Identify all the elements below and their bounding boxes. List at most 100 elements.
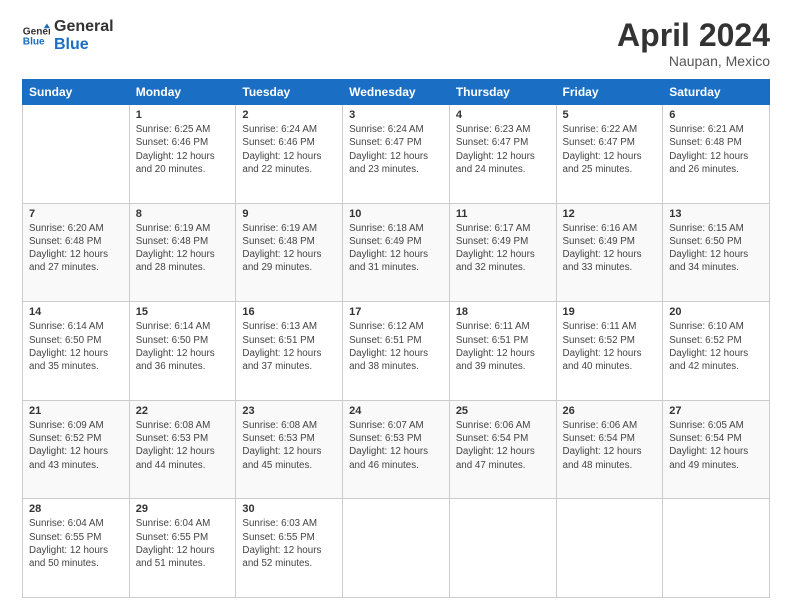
calendar-cell: 1Sunrise: 6:25 AMSunset: 6:46 PMDaylight… [129, 105, 236, 204]
calendar-cell: 29 Sunrise: 6:04 AMSunset: 6:55 PMDayligh… [129, 499, 236, 598]
day-info: Sunrise: 6:10 AMSunset: 6:52 PMDaylight:… [669, 320, 763, 373]
day-number: 21 [29, 405, 123, 417]
day-info: Sunrise: 6:07 AMSunset: 6:53 PMDaylight:… [349, 419, 443, 472]
calendar-cell: 27 Sunrise: 6:05 AMSunset: 6:54 PMDayligh… [663, 400, 770, 499]
day-info: Sunrise: 6:24 AMSunset: 6:47 PMDaylight:… [349, 123, 443, 176]
calendar-cell: 12 Sunrise: 6:16 AMSunset: 6:49 PMDayligh… [556, 203, 663, 302]
day-number: 15 [136, 306, 230, 318]
day-info: Sunrise: 6:06 AMSunset: 6:54 PMDaylight:… [563, 419, 657, 472]
day-info: Sunrise: 6:21 AMSunset: 6:48 PMDaylight:… [669, 123, 763, 176]
calendar-cell [449, 499, 556, 598]
day-number: 30 [242, 503, 336, 515]
day-info: Sunrise: 6:05 AMSunset: 6:54 PMDaylight:… [669, 419, 763, 472]
day-info: Sunrise: 6:12 AMSunset: 6:51 PMDaylight:… [349, 320, 443, 373]
day-info: Sunrise: 6:22 AMSunset: 6:47 PMDaylight:… [563, 123, 657, 176]
day-info: Sunrise: 6:14 AMSunset: 6:50 PMDaylight:… [29, 320, 123, 373]
day-info: Sunrise: 6:19 AMSunset: 6:48 PMDaylight:… [242, 222, 336, 275]
calendar-cell: 22Sunrise: 6:08 AMSunset: 6:53 PMDayligh… [129, 400, 236, 499]
calendar-cell: 23 Sunrise: 6:08 AMSunset: 6:53 PMDayligh… [236, 400, 343, 499]
day-number: 3 [349, 109, 443, 121]
day-info: Sunrise: 6:15 AMSunset: 6:50 PMDaylight:… [669, 222, 763, 275]
calendar-cell: 24 Sunrise: 6:07 AMSunset: 6:53 PMDayligh… [343, 400, 450, 499]
day-info: Sunrise: 6:24 AMSunset: 6:46 PMDaylight:… [242, 123, 336, 176]
calendar-cell: 19 Sunrise: 6:11 AMSunset: 6:52 PMDayligh… [556, 302, 663, 401]
weekday-header-thursday: Thursday [449, 80, 556, 105]
day-number: 28 [29, 503, 123, 515]
calendar-cell: 28 Sunrise: 6:04 AMSunset: 6:55 PMDayligh… [23, 499, 130, 598]
weekday-header-wednesday: Wednesday [343, 80, 450, 105]
day-info: Sunrise: 6:19 AMSunset: 6:48 PMDaylight:… [136, 222, 230, 275]
weekday-header-friday: Friday [556, 80, 663, 105]
day-info: Sunrise: 6:08 AMSunset: 6:53 PMDaylight:… [242, 419, 336, 472]
calendar-row-2: 14Sunrise: 6:14 AMSunset: 6:50 PMDayligh… [23, 302, 770, 401]
day-info: Sunrise: 6:04 AMSunset: 6:55 PMDaylight:… [29, 517, 123, 570]
day-number: 26 [563, 405, 657, 417]
calendar-cell: 13Sunrise: 6:15 AMSunset: 6:50 PMDayligh… [663, 203, 770, 302]
page: General Blue General Blue April 2024 Nau… [0, 0, 792, 612]
day-number: 7 [29, 208, 123, 220]
calendar-cell: 26 Sunrise: 6:06 AMSunset: 6:54 PMDayligh… [556, 400, 663, 499]
calendar-cell: 6 Sunrise: 6:21 AMSunset: 6:48 PMDaylight… [663, 105, 770, 204]
day-number: 25 [456, 405, 550, 417]
calendar-row-4: 28 Sunrise: 6:04 AMSunset: 6:55 PMDayligh… [23, 499, 770, 598]
day-number: 12 [563, 208, 657, 220]
calendar-cell: 25 Sunrise: 6:06 AMSunset: 6:54 PMDayligh… [449, 400, 556, 499]
day-number: 27 [669, 405, 763, 417]
calendar-cell [556, 499, 663, 598]
day-number: 8 [136, 208, 230, 220]
calendar-cell: 7 Sunrise: 6:20 AMSunset: 6:48 PMDaylight… [23, 203, 130, 302]
weekday-header-saturday: Saturday [663, 80, 770, 105]
day-number: 11 [456, 208, 550, 220]
calendar-table: SundayMondayTuesdayWednesdayThursdayFrid… [22, 79, 770, 598]
subtitle: Naupan, Mexico [617, 53, 770, 69]
day-info: Sunrise: 6:23 AMSunset: 6:47 PMDaylight:… [456, 123, 550, 176]
day-info: Sunrise: 6:11 AMSunset: 6:51 PMDaylight:… [456, 320, 550, 373]
logo: General Blue General Blue [22, 18, 114, 53]
calendar-cell [663, 499, 770, 598]
day-number: 6 [669, 109, 763, 121]
weekday-header-sunday: Sunday [23, 80, 130, 105]
day-info: Sunrise: 6:13 AMSunset: 6:51 PMDaylight:… [242, 320, 336, 373]
day-number: 17 [349, 306, 443, 318]
day-number: 29 [136, 503, 230, 515]
day-info: Sunrise: 6:04 AMSunset: 6:55 PMDaylight:… [136, 517, 230, 570]
calendar-cell: 9 Sunrise: 6:19 AMSunset: 6:48 PMDaylight… [236, 203, 343, 302]
logo-icon: General Blue [22, 22, 50, 50]
day-number: 16 [242, 306, 336, 318]
calendar-row-1: 7 Sunrise: 6:20 AMSunset: 6:48 PMDaylight… [23, 203, 770, 302]
day-info: Sunrise: 6:18 AMSunset: 6:49 PMDaylight:… [349, 222, 443, 275]
calendar-cell: 17 Sunrise: 6:12 AMSunset: 6:51 PMDayligh… [343, 302, 450, 401]
calendar-cell: 5Sunrise: 6:22 AMSunset: 6:47 PMDaylight… [556, 105, 663, 204]
day-info: Sunrise: 6:16 AMSunset: 6:49 PMDaylight:… [563, 222, 657, 275]
day-number: 19 [563, 306, 657, 318]
calendar-cell: 30 Sunrise: 6:03 AMSunset: 6:55 PMDayligh… [236, 499, 343, 598]
logo-blue: Blue [54, 36, 114, 54]
day-number: 23 [242, 405, 336, 417]
weekday-header-monday: Monday [129, 80, 236, 105]
day-number: 1 [136, 109, 230, 121]
title-block: April 2024 Naupan, Mexico [617, 18, 770, 69]
calendar-cell: 21 Sunrise: 6:09 AMSunset: 6:52 PMDayligh… [23, 400, 130, 499]
calendar-cell: 2Sunrise: 6:24 AMSunset: 6:46 PMDaylight… [236, 105, 343, 204]
day-info: Sunrise: 6:06 AMSunset: 6:54 PMDaylight:… [456, 419, 550, 472]
day-info: Sunrise: 6:20 AMSunset: 6:48 PMDaylight:… [29, 222, 123, 275]
calendar-row-0: 1Sunrise: 6:25 AMSunset: 6:46 PMDaylight… [23, 105, 770, 204]
day-info: Sunrise: 6:03 AMSunset: 6:55 PMDaylight:… [242, 517, 336, 570]
calendar-cell: 3 Sunrise: 6:24 AMSunset: 6:47 PMDaylight… [343, 105, 450, 204]
calendar-cell: 15 Sunrise: 6:14 AMSunset: 6:50 PMDayligh… [129, 302, 236, 401]
day-number: 10 [349, 208, 443, 220]
logo-general: General [54, 18, 114, 36]
day-info: Sunrise: 6:14 AMSunset: 6:50 PMDaylight:… [136, 320, 230, 373]
day-info: Sunrise: 6:09 AMSunset: 6:52 PMDaylight:… [29, 419, 123, 472]
day-number: 24 [349, 405, 443, 417]
day-info: Sunrise: 6:11 AMSunset: 6:52 PMDaylight:… [563, 320, 657, 373]
day-number: 9 [242, 208, 336, 220]
calendar-cell: 18Sunrise: 6:11 AMSunset: 6:51 PMDayligh… [449, 302, 556, 401]
calendar-cell: 11Sunrise: 6:17 AMSunset: 6:49 PMDayligh… [449, 203, 556, 302]
day-number: 4 [456, 109, 550, 121]
calendar-cell [343, 499, 450, 598]
weekday-header-tuesday: Tuesday [236, 80, 343, 105]
svg-text:Blue: Blue [23, 36, 45, 47]
main-title: April 2024 [617, 18, 770, 53]
day-number: 20 [669, 306, 763, 318]
